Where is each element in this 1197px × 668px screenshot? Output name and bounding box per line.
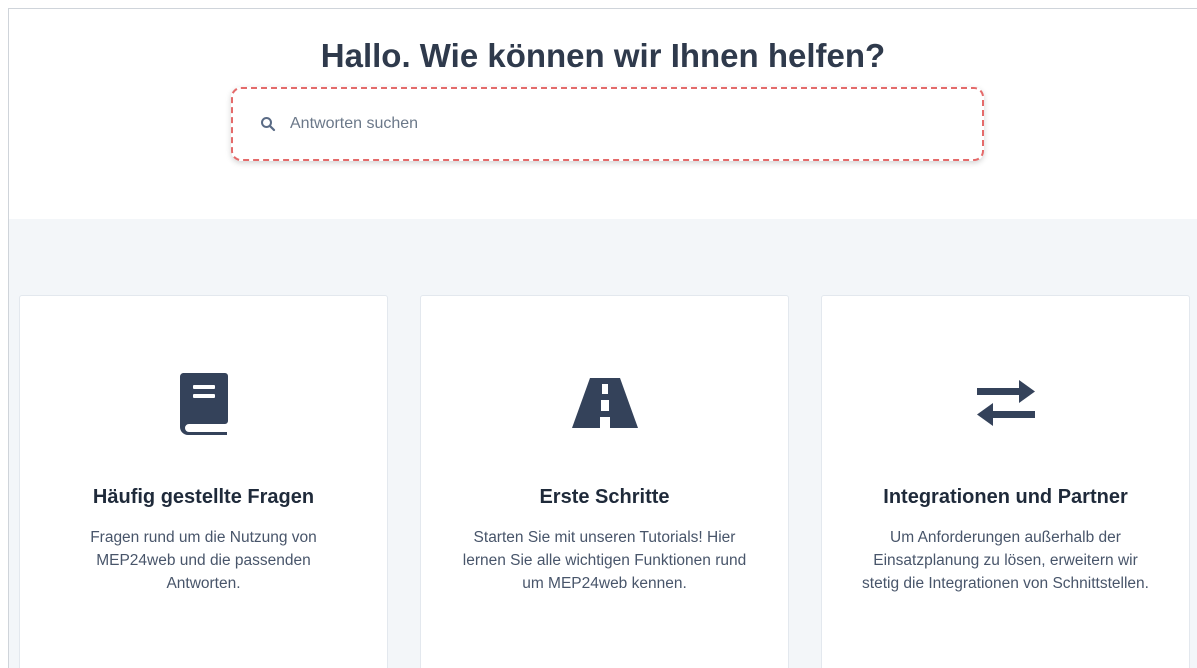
exchange-arrows-icon (822, 370, 1189, 436)
card-description-line: Einsatzplanung zu lösen, erweitern wir (873, 552, 1138, 569)
card-description: Um Anforderungen außerhalb der Einsatzpl… (842, 526, 1169, 595)
book-icon (20, 370, 387, 436)
search-icon (260, 116, 276, 132)
card-description-line: um MEP24web kennen. (522, 575, 687, 592)
category-card-faq[interactable]: Häufig gestellte Fragen Fragen rund um d… (19, 295, 388, 668)
search-input[interactable] (290, 115, 890, 133)
card-description-line: MEP24web und die passenden (96, 552, 311, 569)
card-description-line: Um Anforderungen außerhalb der (890, 529, 1121, 546)
card-title: Häufig gestellte Fragen (92, 486, 315, 508)
road-icon (421, 370, 788, 436)
card-description-line: lernen Sie alle wichtigen Funktionen run… (462, 552, 747, 569)
category-card-getting-started[interactable]: Erste Schritte Starten Sie mit unseren T… (420, 295, 789, 668)
card-description: Fragen rund um die Nutzung von MEP24web … (40, 526, 367, 595)
card-description-line: Starten Sie mit unseren Tutorials! Hier (473, 529, 736, 546)
card-title: Integrationen und Partner (883, 486, 1128, 508)
card-description-line: stetig die Integrationen von Schnittstel… (862, 575, 1149, 592)
category-card-integrations[interactable]: Integrationen und Partner Um Anforderung… (821, 295, 1190, 668)
card-description: Starten Sie mit unseren Tutorials! Hier … (441, 526, 768, 595)
help-center-page: Hallo. Wie können wir Ihnen helfen? Häuf… (8, 8, 1197, 668)
card-description-line: Fragen rund um die Nutzung von (90, 529, 317, 546)
card-description-line: Antworten. (166, 575, 241, 592)
card-title: Erste Schritte (539, 486, 670, 508)
search-bar[interactable] (240, 95, 976, 153)
page-title: Hallo. Wie können wir Ihnen helfen? (320, 37, 886, 74)
categories-section: Häufig gestellte Fragen Fragen rund um d… (9, 219, 1197, 668)
